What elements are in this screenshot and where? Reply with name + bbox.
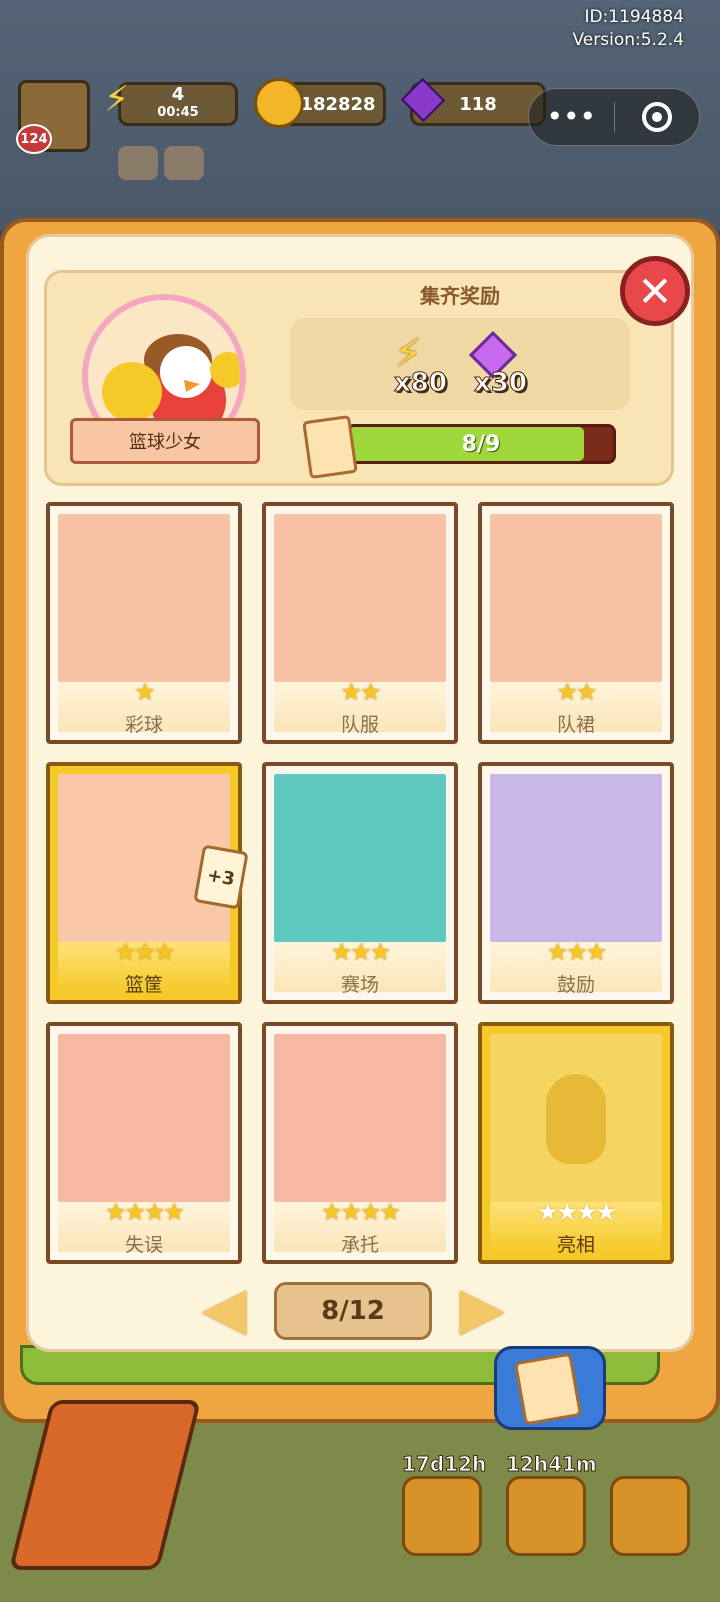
card-stars: ★★ — [340, 678, 381, 706]
mini-program-capsule: ••• — [528, 88, 700, 146]
card-art — [58, 514, 230, 682]
card-art — [274, 774, 446, 942]
card-stars: ★★★★ — [320, 1198, 401, 1226]
card-stars: ★★★★ — [104, 1198, 185, 1226]
chevron-left-icon: ◀ — [201, 1274, 247, 1342]
card-9[interactable]: ★★★★ 亮相 — [478, 1022, 674, 1264]
card-stars: ★★ — [556, 678, 597, 706]
card-5[interactable]: ★★★ 赛场 — [262, 762, 458, 1004]
card-8[interactable]: ★★★★ 承托 — [262, 1022, 458, 1264]
prev-page-button[interactable]: ◀ — [200, 1274, 248, 1342]
card-label: 鼓励 — [556, 974, 595, 996]
card-3[interactable]: ★★ 队裙 — [478, 502, 674, 744]
card-label: 赛场 — [340, 974, 379, 996]
energy-timer: 00:45 — [157, 105, 199, 120]
progress-text: 8/9 — [461, 431, 501, 457]
card-6[interactable]: ★★★ 鼓励 — [478, 762, 674, 1004]
album-button[interactable] — [494, 1346, 606, 1430]
card-label: 队裙 — [556, 714, 595, 736]
collection-progress-bar: 8/9 — [346, 424, 616, 464]
event-button-2[interactable] — [506, 1476, 586, 1556]
close-button[interactable]: ✕ — [620, 256, 690, 326]
lightning-icon: ⚡ — [104, 79, 130, 120]
card-art — [490, 774, 662, 942]
card-stars: ★★★ — [546, 938, 608, 966]
coin-icon — [254, 78, 304, 128]
card-1[interactable]: ★ 彩球 — [46, 502, 242, 744]
card-icon — [302, 414, 358, 480]
gear-icon[interactable] — [118, 146, 158, 180]
card-art — [490, 514, 662, 682]
card-7[interactable]: ★★★★ 失误 — [46, 1022, 242, 1264]
reward-energy-amount: x80 — [394, 368, 448, 399]
chevron-right-icon: ▶ — [459, 1274, 505, 1342]
card-stars: ★★★ — [114, 938, 176, 966]
mail-icon[interactable] — [164, 146, 204, 180]
event-button-1[interactable] — [402, 1476, 482, 1556]
reward-title: 集齐奖励 — [420, 284, 500, 308]
card-art — [274, 514, 446, 682]
card-art — [58, 1034, 230, 1202]
card-label: 彩球 — [124, 714, 163, 736]
version: Version:5.2.4 — [572, 30, 685, 50]
card-art — [274, 1034, 446, 1202]
card-2[interactable]: ★★ 队服 — [262, 502, 458, 744]
card-stars: ★ — [134, 678, 156, 706]
event-timer-2: 12h41m — [506, 1452, 598, 1477]
level-badge: 124 — [16, 124, 52, 154]
reward-gem-amount: x30 — [474, 368, 528, 399]
card-label: 队服 — [340, 714, 379, 736]
card-label: 承托 — [340, 1234, 379, 1256]
locked-card-silhouette-icon — [490, 1034, 662, 1202]
more-icon[interactable]: ••• — [529, 103, 614, 131]
card-stars: ★★★ — [330, 938, 392, 966]
card-label: 篮筐 — [124, 974, 163, 996]
event-button-3[interactable] — [610, 1476, 690, 1556]
card-label: 亮相 — [556, 1234, 595, 1256]
user-id: ID:1194884 — [584, 7, 684, 27]
close-icon: ✕ — [637, 266, 673, 316]
page-indicator: 8/12 — [274, 1282, 432, 1340]
card-label: 失误 — [124, 1234, 163, 1256]
card-stars: ★★★★ — [536, 1198, 617, 1226]
id-version-text: ID:1194884 Version:5.2.4 — [573, 6, 685, 52]
next-page-button[interactable]: ▶ — [458, 1274, 506, 1342]
set-name: 篮球少女 — [129, 432, 201, 453]
event-timer-1: 17d12h — [401, 1452, 487, 1477]
gem-value: 118 — [459, 93, 497, 115]
set-name-plate: 篮球少女 — [70, 418, 260, 464]
energy-value: 4 — [171, 84, 185, 105]
close-miniprogram-icon[interactable] — [615, 102, 700, 132]
reward-box: ⚡ x80 x30 — [290, 318, 630, 410]
album-icon — [513, 1352, 583, 1426]
